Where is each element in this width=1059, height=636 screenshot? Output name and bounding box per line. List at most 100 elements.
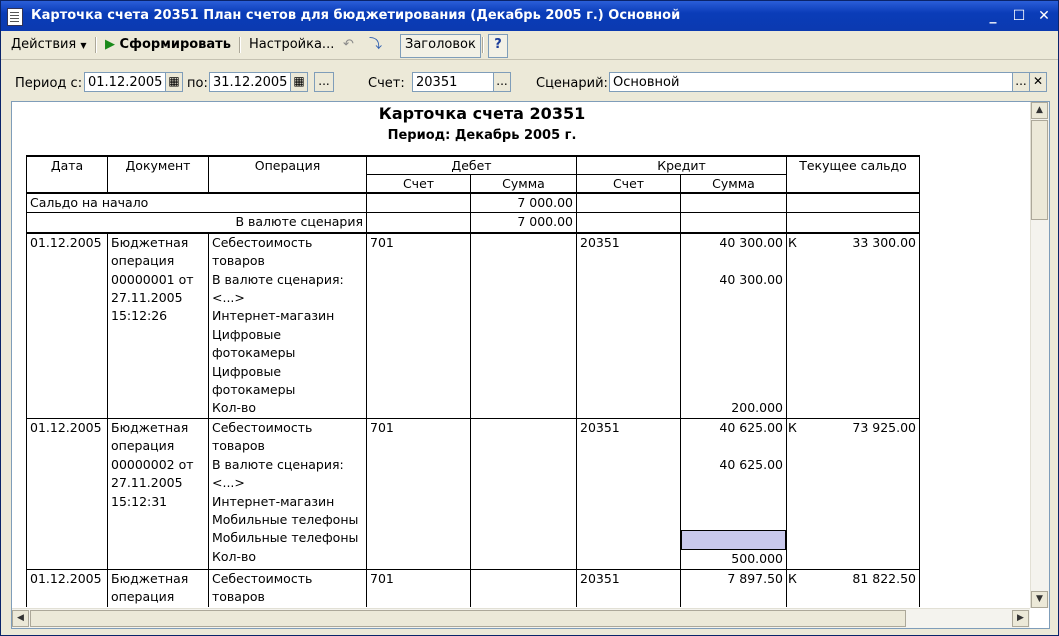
generate-button[interactable]: ▶ Сформировать (101, 34, 235, 56)
row-operation: Себестоимость товаров (208, 568, 367, 607)
table-row[interactable]: 01.12.2005 Бюджетная операция Себестоимость… (26, 568, 920, 607)
account-select-button[interactable]: ... (493, 72, 511, 92)
header-debit: Дебет (366, 155, 577, 175)
undo-icon[interactable]: ↶ (339, 34, 358, 56)
calendar-icon[interactable]: ▦ (165, 72, 183, 92)
settings-button[interactable]: Настройка... (245, 34, 338, 56)
window-title: Карточка счета 20351 План счетов для бюд… (31, 8, 681, 23)
table-row[interactable]: 01.12.2005 Бюджетная операция 00000002 от 27… (26, 417, 920, 570)
row-document: Бюджетная операция 00000002 от 27.11.2005 15… (107, 417, 209, 570)
balance-side: К (788, 234, 797, 250)
row-balance: К 33 300.00 (786, 231, 920, 419)
report-area[interactable]: Карточка счета 20351 Период: Декабрь 200… (11, 101, 1050, 629)
row-date: 01.12.2005 (26, 231, 108, 419)
row-operation-line: В валюте сценария: (212, 271, 344, 287)
calendar-icon[interactable]: ▦ (290, 72, 308, 92)
horizontal-scrollbar[interactable]: ◀ ▶ (12, 608, 1030, 628)
scenario-select-button[interactable]: ... (1012, 72, 1030, 92)
scenario-input[interactable]: Основной (609, 72, 1013, 92)
row-operation-line: товаров (212, 253, 265, 269)
row-document: Бюджетная операция 00000001 от 27.11.2005 15… (107, 231, 209, 419)
scroll-left-icon[interactable]: ◀ (12, 610, 29, 627)
row-debit-amount (470, 417, 577, 570)
account-label: Счет: (368, 76, 405, 91)
title-bar: Карточка счета 20351 План счетов для бюд… (1, 1, 1058, 31)
actions-label: Действия (11, 37, 77, 52)
balance-side: К (788, 419, 797, 435)
row-document-line: Бюджетная (111, 570, 189, 586)
row-debit-account: 701 (366, 231, 471, 419)
account-card-table: Дата Документ Операция Дебет Кредит Теку… (26, 155, 920, 607)
row-operation: Себестоимость товаров В валюте сценария: <.… (208, 231, 367, 419)
row-credit-amount: 40 300.00 40 300.00 200.000 (680, 231, 787, 419)
account-input[interactable]: 20351 (412, 72, 494, 92)
row-document-line: 15:12:26 (111, 308, 168, 324)
opening-scenario-row[interactable]: В валюте сценария 7 000.00 (26, 212, 920, 233)
balance-value: 81 822.50 (852, 570, 916, 586)
header-credit-amount: Сумма (680, 174, 787, 193)
header-row: Дата Документ Операция Дебет Кредит Теку… (26, 155, 920, 193)
row-credit-amount-line (684, 289, 783, 307)
table-row[interactable]: 01.12.2005 Бюджетная операция 00000001 от 27… (26, 231, 920, 419)
row-credit-amount-line (684, 326, 783, 344)
row-credit-amount-line: 500.000 (731, 551, 783, 567)
row-debit-account-line: 701 (370, 419, 394, 435)
row-debit-account: 701 (366, 417, 471, 570)
row-operation-line: Интернет-магазин (212, 493, 335, 509)
row-debit-account-line: 701 (370, 234, 394, 250)
horizontal-scroll-thumb[interactable] (30, 610, 906, 627)
row-operation-line: Цифровые (212, 363, 282, 379)
row-credit-amount-line: 40 300.00 (719, 234, 783, 250)
period-from-input[interactable]: 01.12.2005 (84, 72, 166, 92)
row-date-line: 01.12.2005 (30, 570, 102, 586)
scenario-clear-icon[interactable]: ✕ (1029, 72, 1047, 92)
toolbar-separator (239, 37, 241, 53)
header-balance: Текущее сальдо (786, 155, 920, 193)
vertical-scrollbar[interactable]: ▲ ▼ (1030, 102, 1049, 608)
row-date-line: 01.12.2005 (30, 234, 102, 250)
row-credit-amount: 40 625.00 40 625.00 500.000 (680, 417, 787, 570)
scroll-down-icon[interactable]: ▼ (1031, 591, 1048, 608)
row-debit-amount-line (474, 570, 573, 588)
scroll-up-icon[interactable]: ▲ (1031, 102, 1048, 119)
row-credit-amount-line (684, 344, 783, 362)
period-from-label: Период с: (15, 76, 83, 91)
opening-balance-row[interactable]: Сальдо на начало 7 000.00 (26, 192, 920, 213)
row-credit-amount-line: 40 300.00 (719, 271, 783, 287)
row-credit-amount-line: 40 625.00 (719, 419, 783, 435)
report-subtitle: Период: Декабрь 2005 г. (387, 128, 577, 143)
vertical-scroll-thumb[interactable] (1031, 120, 1048, 220)
row-credit-account: 20351 (576, 231, 681, 419)
row-operation-line: Себестоимость (212, 419, 313, 435)
header-debit-account: Счет (366, 174, 471, 193)
period-select-button[interactable]: ... (314, 72, 334, 92)
close-button[interactable]: ✕ (1035, 8, 1053, 25)
header-credit-account: Счет (576, 174, 681, 193)
actions-menu[interactable]: Действия ▼ (7, 34, 91, 56)
row-credit-amount-line (684, 588, 783, 606)
header-document: Документ (107, 155, 209, 193)
refresh-icon[interactable]: ⤵ (365, 34, 386, 56)
row-operation-line: товаров (212, 589, 265, 605)
maximize-button[interactable]: ☐ (1010, 8, 1028, 25)
selected-cell[interactable] (681, 530, 786, 551)
row-credit-amount-line (684, 493, 783, 511)
row-operation-line: Мобильные телефоны (212, 511, 359, 527)
header-toggle-button[interactable]: Заголовок (400, 34, 481, 58)
row-operation-line: Себестоимость (212, 234, 313, 250)
row-credit-amount: 7 897.50 (680, 568, 787, 607)
scroll-right-icon[interactable]: ▶ (1012, 610, 1029, 627)
period-to-input[interactable]: 31.12.2005 (209, 72, 291, 92)
row-date: 01.12.2005 (26, 417, 108, 570)
balance-value: 33 300.00 (852, 234, 916, 250)
balance-side: К (788, 570, 797, 586)
help-icon[interactable]: ? (488, 34, 508, 58)
minimize-button[interactable]: _ (984, 8, 1002, 25)
row-operation-line: Кол-во (212, 548, 257, 564)
row-debit-amount (470, 231, 577, 419)
balance-value: 73 925.00 (852, 419, 916, 435)
row-debit-amount-line (474, 419, 573, 437)
row-operation-line: Кол-во (212, 400, 257, 416)
row-document: Бюджетная операция (107, 568, 209, 607)
row-credit-amount-line (684, 381, 783, 399)
